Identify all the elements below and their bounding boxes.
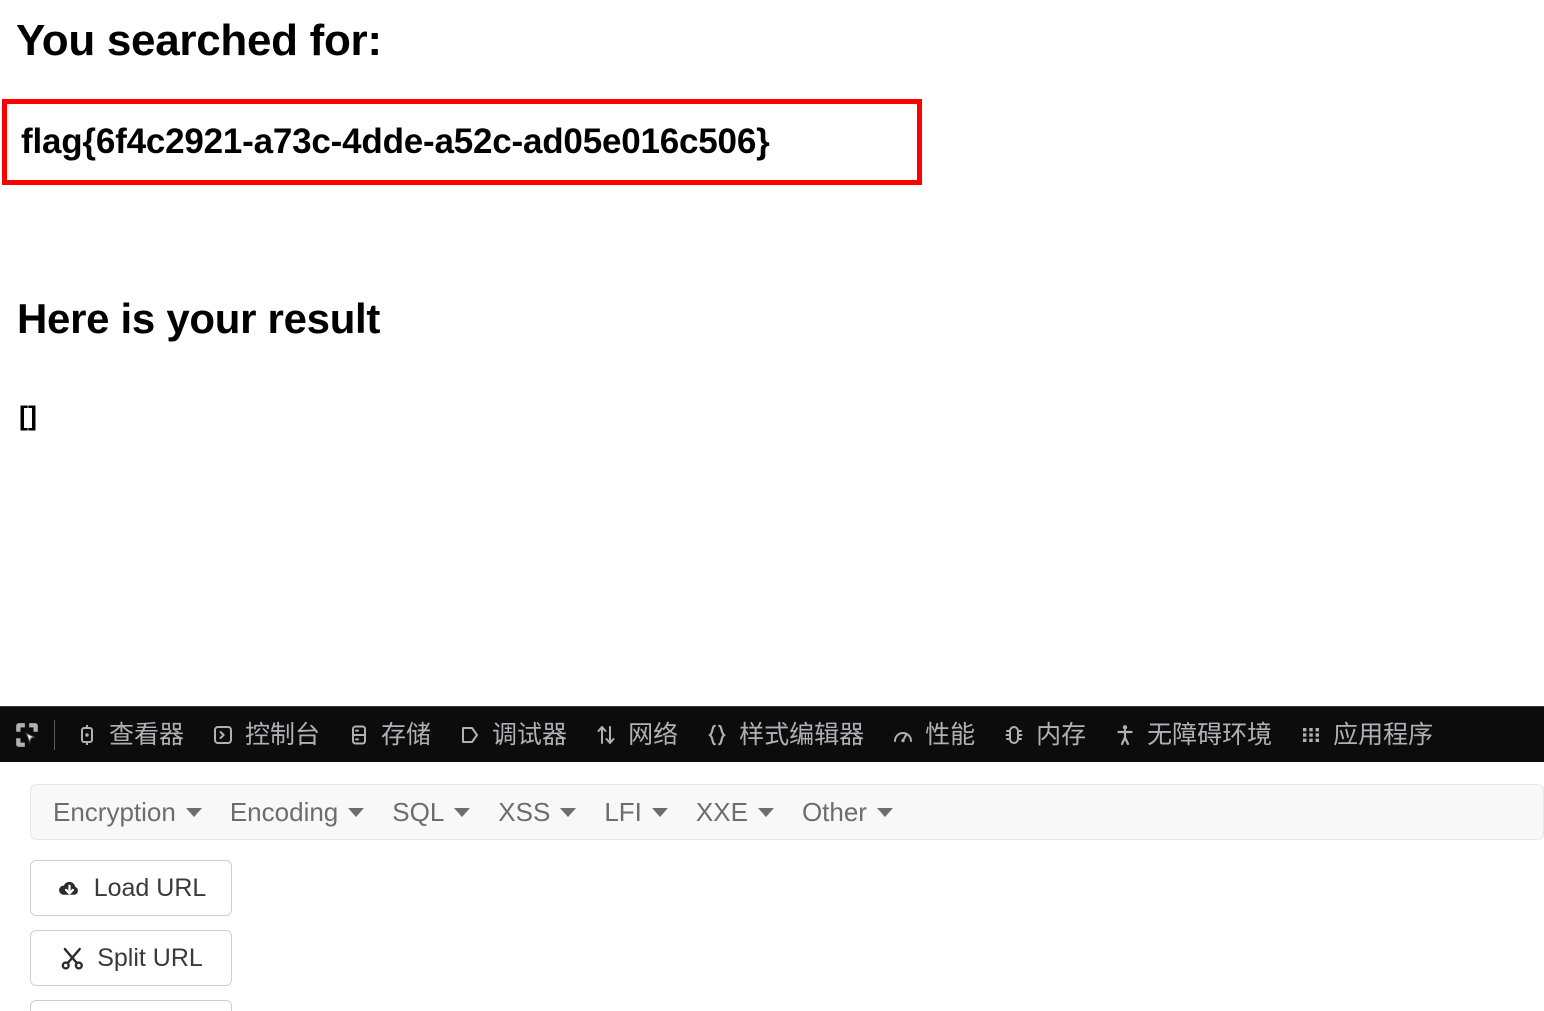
devtools-tab-label: 应用程序 [1333,720,1434,749]
hackbar-menu-sql[interactable]: SQL [378,785,484,839]
hackbar-menu-encoding[interactable]: Encoding [216,785,378,839]
devtools-tab-label: 内存 [1036,720,1087,749]
console-chevron-icon [210,722,236,748]
menu-label: Other [801,796,867,827]
split-url-button[interactable]: Split URL [30,930,232,986]
hackbar-menu-xss[interactable]: XSS [484,785,590,839]
menu-label: XXE [695,796,748,827]
execute-button[interactable] [30,1000,232,1011]
debugger-icon [457,722,483,748]
menu-label: SQL [392,796,445,827]
hackbar-menu-other[interactable]: Other [788,785,907,839]
flag-value: flag{6f4c2921-a73c-4dde-a52c-ad05e016c50… [21,122,770,161]
chevron-down-icon [454,807,471,817]
network-arrows-icon [593,722,619,748]
chevron-down-icon [651,807,668,817]
menu-label: LFI [604,796,642,827]
storage-icon [346,722,372,748]
devtools-tab-style-editor[interactable]: 样式编辑器 [691,707,877,762]
button-label: Load URL [93,873,207,902]
hackbar-menu-xxe[interactable]: XXE [682,785,788,839]
devtools-tab-application[interactable]: 应用程序 [1285,707,1446,762]
toolbar-divider [54,719,55,750]
memory-icon [1001,722,1027,748]
inspector-icon [74,722,100,748]
load-url-button[interactable]: Load URL [30,860,232,916]
element-picker-icon [14,722,40,748]
devtools-tab-network[interactable]: 网络 [580,707,691,762]
devtools-tab-performance[interactable]: 性能 [877,707,988,762]
performance-gauge-icon [890,722,916,748]
devtools-tab-label: 样式编辑器 [739,720,865,749]
devtools-tab-console[interactable]: 控制台 [197,707,333,762]
devtools-tab-label: 控制台 [245,720,321,749]
devtools-tab-inspector[interactable]: 查看器 [61,707,197,762]
devtools-tab-label: 存储 [381,720,432,749]
devtools-tab-storage[interactable]: 存储 [333,707,444,762]
hackbar-menubar: Encryption Encoding SQL XSS LFI XXE Othe… [30,784,1544,840]
scissors-icon [59,945,86,972]
accessibility-person-icon [1112,722,1138,748]
devtools-tab-label: 网络 [628,720,679,749]
devtools-tab-memory[interactable]: 内存 [988,707,1099,762]
chevron-down-icon [348,807,365,817]
devtools-toolbar: 查看器 控制台 存储 调试器 网络 样式编辑器 性能 内存 无障碍环境 应用程序 [0,706,1544,762]
devtools-tab-accessibility[interactable]: 无障碍环境 [1099,707,1285,762]
devtools-tab-debugger[interactable]: 调试器 [444,707,580,762]
chevron-down-icon [560,807,577,817]
browser-page-content: You searched for: flag{6f4c2921-a73c-4dd… [0,0,1544,706]
hackbar-menu-lfi[interactable]: LFI [590,785,682,839]
element-picker-button[interactable] [0,707,54,762]
chevron-down-icon [876,807,893,817]
chevron-down-icon [185,807,202,817]
hackbar-panel: Encryption Encoding SQL XSS LFI XXE Othe… [0,762,1544,1011]
devtools-tab-label: 查看器 [109,720,185,749]
devtools-tab-label: 无障碍环境 [1147,720,1273,749]
page-title-result: Here is your result [17,295,381,342]
flag-highlight-box: flag{6f4c2921-a73c-4dde-a52c-ad05e016c50… [2,99,922,185]
style-editor-braces-icon [704,722,730,748]
cloud-download-icon [56,875,83,902]
hackbar-action-buttons: Load URL Split URL [30,860,232,1011]
menu-label: Encryption [53,796,176,827]
devtools-tab-label: 调试器 [492,720,568,749]
menu-label: Encoding [229,796,339,827]
menu-label: XSS [498,796,551,827]
result-output: [] [19,401,37,431]
page-title-searched-for: You searched for: [16,16,382,65]
button-label: Split URL [97,943,203,972]
application-grid-icon [1298,722,1324,748]
chevron-down-icon [757,807,774,817]
devtools-tab-label: 性能 [925,720,976,749]
hackbar-menu-encryption[interactable]: Encryption [39,785,216,839]
